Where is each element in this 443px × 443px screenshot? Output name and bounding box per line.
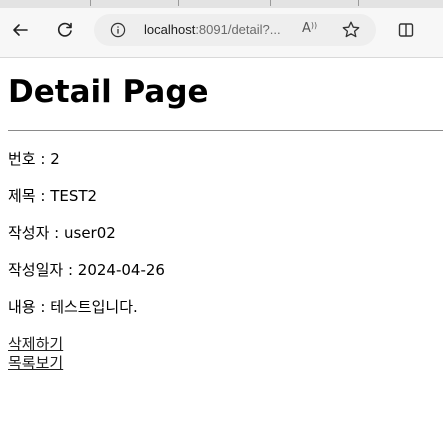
tab-divider	[90, 0, 91, 6]
field-separator: :	[35, 187, 51, 205]
reload-icon	[57, 22, 72, 37]
field-number: 번호 : 2	[8, 149, 435, 169]
field-separator: :	[35, 150, 51, 168]
action-links: 삭제하기 목록보기	[8, 335, 435, 373]
page-title: Detail Page	[8, 74, 209, 110]
field-title: 제목 : TEST2	[8, 186, 435, 206]
read-aloud-waves: ))	[310, 21, 318, 30]
info-icon[interactable]	[110, 22, 126, 38]
reload-button[interactable]	[51, 16, 79, 44]
field-separator: :	[35, 298, 51, 316]
field-value: TEST2	[50, 187, 98, 205]
field-label: 내용	[8, 298, 36, 316]
favorite-star-icon[interactable]	[341, 20, 361, 40]
title-divider	[8, 130, 443, 131]
tab-strip	[0, 0, 443, 8]
address-bar[interactable]: localhost:8091/detail?... A))	[94, 14, 376, 46]
read-aloud-glyph: A	[302, 21, 311, 36]
back-button[interactable]	[6, 16, 34, 44]
field-date: 작성일자 : 2024-04-26	[8, 260, 435, 280]
browser-toolbar: localhost:8091/detail?... A))	[0, 12, 443, 48]
field-content: 내용 : 테스트입니다.	[8, 297, 435, 317]
browser-chrome: localhost:8091/detail?... A))	[0, 0, 443, 58]
list-link[interactable]: 목록보기	[8, 354, 435, 373]
field-separator: :	[63, 261, 78, 279]
read-aloud-icon[interactable]: A))	[302, 21, 317, 36]
url-text[interactable]: localhost:8091/detail?...	[144, 21, 281, 39]
url-host: localhost	[144, 22, 196, 37]
field-author: 작성자 : user02	[8, 223, 435, 243]
page-content: Detail Page 번호 : 2 제목 : TEST2 작성자 : user…	[0, 58, 443, 443]
field-separator: :	[49, 224, 64, 242]
field-value: user02	[64, 224, 116, 242]
tab-divider	[270, 0, 271, 6]
delete-link[interactable]: 삭제하기	[8, 335, 435, 354]
field-label: 제목	[8, 187, 36, 205]
field-label: 작성자	[8, 224, 50, 242]
tab-divider	[358, 0, 359, 6]
field-value: 2	[50, 150, 60, 168]
field-label: 작성일자	[8, 261, 64, 279]
field-label: 번호	[8, 150, 36, 168]
split-screen-icon[interactable]	[398, 22, 414, 38]
field-value: 2024-04-26	[77, 261, 165, 279]
field-value: 테스트입니다.	[50, 298, 138, 316]
url-path: :8091/detail?...	[195, 22, 281, 37]
back-arrow-icon	[13, 24, 28, 36]
tab-divider	[178, 0, 179, 6]
